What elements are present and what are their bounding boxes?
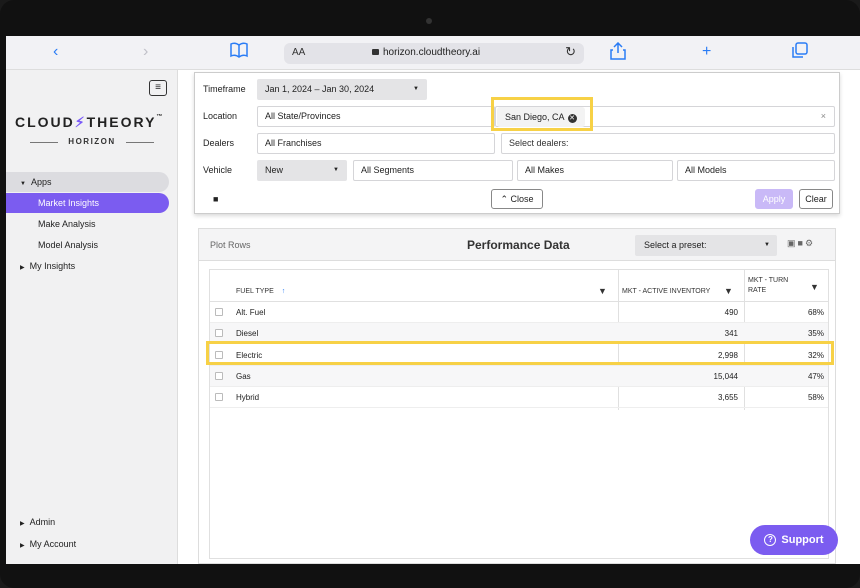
clear-button[interactable]: Clear <box>799 189 833 209</box>
back-chevron-icon[interactable]: ‹ <box>53 42 58 62</box>
vehicle-condition-select[interactable]: New ▼ <box>257 160 347 181</box>
cloud-theory-logo: CLOUD⚡︎THEORY™ <box>15 114 165 130</box>
row-checkbox[interactable] <box>215 308 223 316</box>
screen: ‹ › AA horizon.cloudtheory.ai ↻ + ≡ CLOU… <box>6 36 860 564</box>
browser-toolbar: ‹ › AA horizon.cloudtheory.ai ↻ + <box>6 36 860 70</box>
nav-group-apps[interactable]: ▼ Apps <box>6 172 169 192</box>
caret-down-icon: ▼ <box>764 242 770 248</box>
apply-button[interactable]: Apply <box>755 189 793 209</box>
caret-right-icon: ▶ <box>20 543 25 549</box>
tabs-overview-icon[interactable] <box>792 42 808 64</box>
table-row[interactable]: Hybrid 3,655 58% <box>210 387 828 408</box>
plot-rows-button[interactable]: Plot Rows <box>210 240 251 250</box>
text-size-button[interactable]: AA <box>292 47 305 58</box>
vehicle-makes-field[interactable]: All Makes <box>517 160 673 181</box>
bolt-icon: ⚡︎ <box>74 114 87 130</box>
row-checkbox[interactable] <box>215 329 223 337</box>
filter-panel: Timeframe Jan 1, 2024 – Jan 30, 2024 ▼ L… <box>194 72 840 214</box>
share-icon[interactable] <box>610 41 626 66</box>
address-bar[interactable]: AA horizon.cloudtheory.ai ↻ <box>284 43 584 64</box>
bookmarks-book-icon[interactable] <box>230 42 248 64</box>
nav-group-admin[interactable]: ▶ Admin <box>6 512 169 532</box>
vehicle-label: Vehicle <box>203 165 233 175</box>
close-button[interactable]: ⌃ Close <box>491 189 543 209</box>
caret-down-icon: ▼ <box>333 167 339 173</box>
row-checkbox[interactable] <box>215 372 223 380</box>
inventory-cell: 490 <box>724 308 738 317</box>
tablet-frame: ‹ › AA horizon.cloudtheory.ai ↻ + ≡ CLOU… <box>0 0 860 588</box>
caret-down-icon: ▼ <box>413 86 419 92</box>
nav-item-make-analysis[interactable]: Make Analysis <box>6 214 169 234</box>
inventory-cell: 15,044 <box>713 372 738 381</box>
caret-right-icon: ▶ <box>20 521 25 527</box>
dealers-scope-field[interactable]: All Franchises <box>257 133 495 154</box>
vehicle-segments-field[interactable]: All Segments <box>353 160 513 181</box>
performance-header: Plot Rows Performance Data Select a pres… <box>199 229 835 261</box>
turn-rate-cell: 68% <box>807 308 824 317</box>
caret-down-icon: ▼ <box>20 181 26 187</box>
settings-gear-icon[interactable]: ⚙ <box>805 238 815 248</box>
sidebar: ≡ CLOUD⚡︎THEORY™ HORIZON ▼ Apps Market In… <box>6 70 178 564</box>
performance-panel: Plot Rows Performance Data Select a pres… <box>198 228 836 564</box>
location-label: Location <box>203 111 238 121</box>
performance-title: Performance Data <box>467 238 570 252</box>
save-icon[interactable]: ■ <box>798 238 805 248</box>
dealers-label: Dealers <box>203 138 235 148</box>
table-row[interactable]: Alt. Fuel 490 68% <box>210 302 828 323</box>
save-icon[interactable]: ■ <box>213 194 218 204</box>
highlight-box <box>491 97 593 131</box>
data-grid: FUEL TYPE ↑ ▼ MKT - ACTIVE INVENTORY ▼ M… <box>209 269 829 559</box>
vehicle-models-field[interactable]: All Models <box>677 160 835 181</box>
nav-item-model-analysis[interactable]: Model Analysis <box>6 235 169 255</box>
turn-rate-cell: 35% <box>807 329 824 338</box>
menu-toggle-icon[interactable]: ≡ <box>149 80 167 96</box>
turn-rate-cell: 58% <box>807 393 824 402</box>
toolbar-icons: ▣■⚙ <box>787 238 815 249</box>
fuel-type-cell: Gas <box>236 372 251 381</box>
caret-right-icon: ▶ <box>20 265 25 271</box>
dealers-input[interactable]: Select dealers: <box>501 133 835 154</box>
reload-icon[interactable]: ↻ <box>565 44 576 60</box>
inventory-cell: 341 <box>724 329 738 338</box>
highlight-box <box>206 341 834 365</box>
sort-asc-icon[interactable]: ↑ <box>282 288 286 295</box>
support-button[interactable]: ? Support <box>750 525 838 555</box>
fuel-type-cell: Hybrid <box>236 393 260 402</box>
nav-group-my-insights[interactable]: ▶ My Insights <box>6 256 169 276</box>
new-tab-plus-icon[interactable]: + <box>702 42 711 62</box>
grid-header: FUEL TYPE ↑ ▼ MKT - ACTIVE INVENTORY ▼ M… <box>210 270 828 302</box>
timeframe-select[interactable]: Jan 1, 2024 – Jan 30, 2024 ▼ <box>257 79 427 100</box>
nav-group-my-account[interactable]: ▶ My Account <box>6 534 169 554</box>
export-icon[interactable]: ▣ <box>787 238 798 248</box>
url-text: horizon.cloudtheory.ai <box>372 47 480 58</box>
row-checkbox[interactable] <box>215 393 223 401</box>
preset-select[interactable]: Select a preset: ▼ <box>635 235 777 256</box>
nav-item-market-insights[interactable]: Market Insights <box>6 193 169 213</box>
fuel-type-cell: Alt. Fuel <box>236 308 266 317</box>
camera <box>426 18 432 24</box>
help-icon: ? <box>764 534 777 547</box>
fuel-type-cell: Diesel <box>236 329 259 338</box>
inventory-cell: 3,655 <box>717 393 738 402</box>
forward-chevron-icon[interactable]: › <box>143 42 148 62</box>
clear-icon[interactable]: × <box>821 107 826 126</box>
chevron-up-icon: ⌃ <box>500 194 508 204</box>
timeframe-label: Timeframe <box>203 84 246 94</box>
location-scope-field[interactable]: All State/Provinces <box>257 106 495 127</box>
turn-rate-cell: 47% <box>807 372 824 381</box>
lock-icon <box>372 49 379 55</box>
table-row[interactable]: Gas 15,044 47% <box>210 366 828 387</box>
horizon-sublogo: HORIZON <box>30 137 154 146</box>
